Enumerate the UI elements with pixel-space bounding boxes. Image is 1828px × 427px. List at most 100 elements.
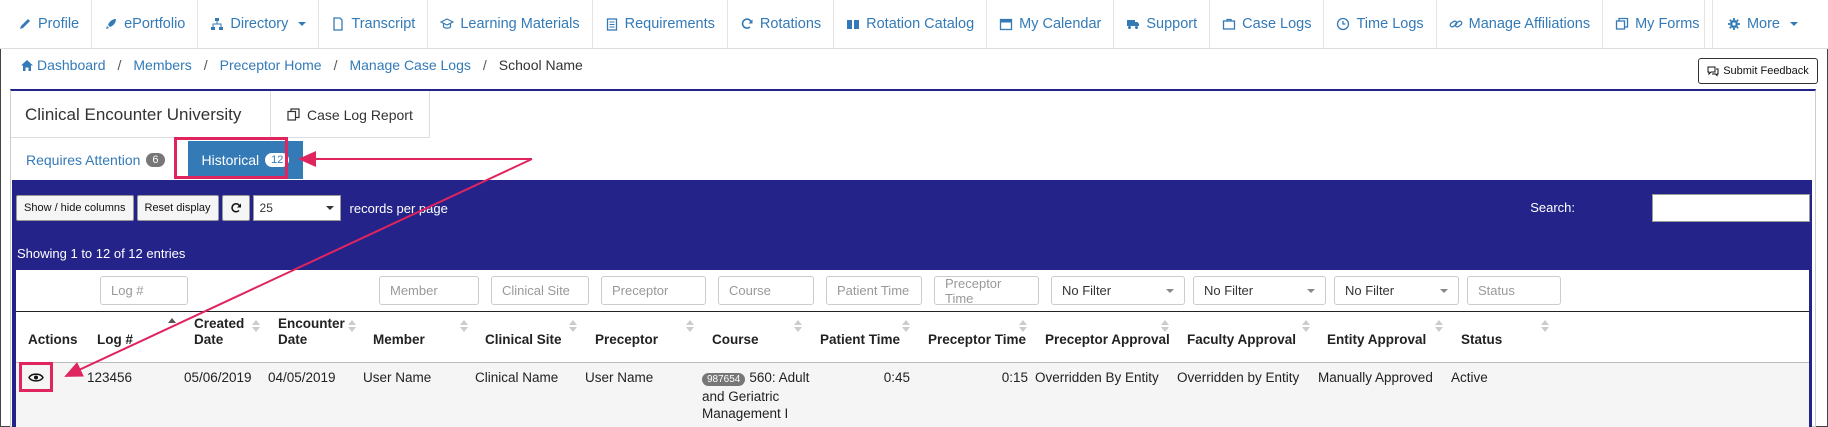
col-status[interactable]: Status <box>1461 332 1502 348</box>
cell-status: Active <box>1451 370 1488 385</box>
filter-clinical-site-input[interactable]: Clinical Site <box>491 276 589 305</box>
nav-transcript[interactable]: Transcript <box>319 0 429 48</box>
filter-preceptor-time-input[interactable]: Preceptor Time <box>934 276 1039 306</box>
sort-icon[interactable] <box>686 320 694 332</box>
forms-icon <box>1615 17 1629 30</box>
col-entity-approval[interactable]: Entity Approval <box>1327 332 1426 348</box>
breadcrumb-separator: / <box>333 57 338 73</box>
search-label: Search: <box>1530 200 1575 215</box>
course-line-1: 560: Adult <box>749 370 810 385</box>
breadcrumb-separator: / <box>482 57 487 73</box>
nav-directory[interactable]: Directory <box>198 0 320 48</box>
filter-course-input[interactable]: Course <box>718 276 814 305</box>
reset-display-button[interactable]: Reset display <box>136 195 219 221</box>
filter-preceptor-approval-select[interactable]: No Filter <box>1051 276 1185 305</box>
col-preceptor[interactable]: Preceptor <box>595 332 658 348</box>
sort-icon[interactable] <box>794 320 802 332</box>
nav-more-label: More <box>1746 16 1780 32</box>
col-created-date[interactable]: Created Date <box>194 316 244 348</box>
link-icon <box>1449 20 1463 28</box>
home-icon <box>21 59 33 71</box>
nav-learning-materials-label: Learning Materials <box>460 16 580 32</box>
refresh-button[interactable] <box>221 195 250 221</box>
nav-rotation-catalog-label: Rotation Catalog <box>866 16 975 32</box>
nav-requirements[interactable]: Requirements <box>593 0 728 48</box>
sort-icon[interactable] <box>569 320 577 332</box>
col-course[interactable]: Course <box>712 332 759 348</box>
nav-profile[interactable]: Profile <box>0 0 93 48</box>
table-row: 123456 05/06/2019 04/05/2019 User Name C… <box>16 363 1809 427</box>
nav-case-logs[interactable]: Case Logs <box>1210 0 1325 48</box>
eye-icon <box>28 372 44 382</box>
case-log-report-link[interactable]: Case Log Report <box>271 91 430 138</box>
sort-icon[interactable] <box>1302 320 1310 332</box>
col-faculty-approval[interactable]: Faculty Approval <box>1187 332 1296 348</box>
view-button[interactable] <box>19 362 53 392</box>
gear-icon <box>1727 18 1740 30</box>
sort-icon[interactable] <box>1435 320 1443 332</box>
col-encounter-date[interactable]: Encounter Date <box>278 316 345 348</box>
col-preceptor-approval[interactable]: Preceptor Approval <box>1045 332 1170 348</box>
clock-icon <box>1337 17 1350 31</box>
case-log-table: Log # Member Clinical Site Preceptor Cou… <box>16 270 1809 427</box>
breadcrumb: Dashboard / Members / Preceptor Home / M… <box>20 57 583 73</box>
tab-historical[interactable]: Historical 12 <box>187 140 304 179</box>
nav-rotation-catalog[interactable]: Rotation Catalog <box>834 0 988 48</box>
sort-icon[interactable] <box>252 320 260 332</box>
col-log[interactable]: Log # <box>97 332 133 348</box>
chevron-down-icon <box>1440 288 1448 293</box>
nav-manage-affiliations[interactable]: Manage Affiliations <box>1437 0 1604 48</box>
submit-feedback-button[interactable]: Submit Feedback <box>1698 58 1818 84</box>
filter-member-input[interactable]: Member <box>379 276 479 305</box>
nav-my-forms[interactable]: My Forms <box>1603 0 1713 48</box>
breadcrumb-dashboard[interactable]: Dashboard <box>37 57 106 73</box>
col-preceptor-time[interactable]: Preceptor Time <box>928 332 1026 348</box>
sort-asc-icon[interactable] <box>168 318 176 330</box>
sort-icon[interactable] <box>1019 320 1027 332</box>
breadcrumb-separator: / <box>117 57 122 73</box>
cell-patient-time: 0:45 <box>883 370 910 385</box>
col-patient-time[interactable]: Patient Time <box>820 332 900 348</box>
nav-my-calendar[interactable]: My Calendar <box>987 0 1115 48</box>
sitemap-icon <box>211 18 224 30</box>
count-badge: 6 <box>146 152 165 167</box>
page-size-select[interactable]: 25 <box>252 195 341 221</box>
filter-status-input[interactable]: Status <box>1467 276 1561 305</box>
nav-support[interactable]: Support <box>1114 0 1211 48</box>
tab-requires-attention[interactable]: Requires Attention 6 <box>12 142 179 178</box>
sort-icon[interactable] <box>1161 320 1169 332</box>
filter-log-input[interactable]: Log # <box>100 276 188 305</box>
breadcrumb-members[interactable]: Members <box>133 57 191 73</box>
filter-preceptor-input[interactable]: Preceptor <box>601 276 706 305</box>
filter-faculty-approval-select[interactable]: No Filter <box>1193 276 1326 305</box>
panel-header: Clinical Encounter University Case Log R… <box>11 91 430 138</box>
nav-case-logs-label: Case Logs <box>1242 16 1312 32</box>
sort-icon[interactable] <box>348 320 356 332</box>
search-input[interactable] <box>1652 194 1810 222</box>
cell-log: 123456 <box>87 370 133 385</box>
document-icon <box>333 17 344 31</box>
table-header-row: Actions Log # Created Date Encounter Dat… <box>16 312 1809 363</box>
col-clinical-site[interactable]: Clinical Site <box>485 332 562 348</box>
filter-patient-time-input[interactable]: Patient Time <box>826 276 922 305</box>
col-member[interactable]: Member <box>373 332 425 348</box>
nav-learning-materials[interactable]: Learning Materials <box>428 0 593 48</box>
filter-entity-approval-select[interactable]: No Filter <box>1334 276 1459 305</box>
nav-eportfolio-label: ePortfolio <box>124 16 186 32</box>
nav-rotations[interactable]: Rotations <box>728 0 835 48</box>
nav-time-logs-label: Time Logs <box>1356 16 1424 32</box>
cell-encounter-date: 04/05/2019 <box>268 370 336 385</box>
cell-clinical-site: Clinical Name <box>475 370 559 385</box>
nav-more-menu[interactable]: More <box>1703 0 1828 48</box>
records-per-page-label: records per page <box>349 200 448 216</box>
briefcase-icon <box>1223 18 1236 30</box>
sort-icon[interactable] <box>1541 320 1549 332</box>
sort-icon[interactable] <box>902 320 910 332</box>
nav-eportfolio[interactable]: ePortfolio <box>92 0 199 48</box>
nav-time-logs[interactable]: Time Logs <box>1324 0 1437 48</box>
sort-icon[interactable] <box>460 320 468 332</box>
nav-profile-label: Profile <box>38 16 80 32</box>
breadcrumb-manage-case-logs[interactable]: Manage Case Logs <box>349 57 470 73</box>
breadcrumb-preceptor-home[interactable]: Preceptor Home <box>220 57 322 73</box>
show-hide-columns-button[interactable]: Show / hide columns <box>16 195 134 221</box>
